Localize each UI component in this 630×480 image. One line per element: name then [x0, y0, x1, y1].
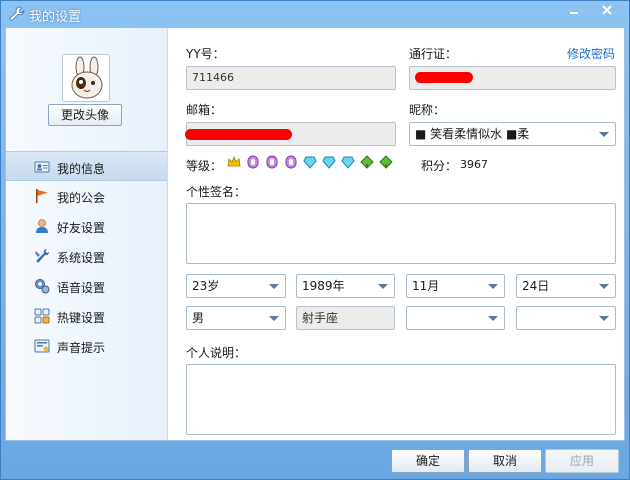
tools-icon — [35, 248, 50, 263]
window-title: 我的设置 — [29, 10, 82, 25]
user-icon — [36, 219, 48, 233]
apply-button[interactable]: 应用 — [545, 449, 619, 473]
close-button[interactable] — [594, 3, 620, 23]
sidebar-item-label: 语音设置 — [57, 281, 106, 295]
sound-icon — [34, 339, 50, 353]
sidebar: 更改头像 我的信息 我的公会 好友设置 系统设置 语音设置 热键设置 声音提示 — [6, 28, 168, 440]
sidebar-item-label: 系统设置 — [57, 251, 106, 265]
email-label: 邮箱： — [186, 103, 223, 117]
button-bar: 确定 取消 应用 — [1, 441, 629, 479]
leaf-icon — [360, 155, 374, 169]
bunny-avatar-icon — [63, 55, 109, 101]
moon-badge-icon — [285, 155, 297, 169]
chevron-down-icon[interactable] — [599, 316, 609, 321]
nickname-value: ■ 笑看柔情似水 ■柔 — [415, 127, 530, 141]
city-select[interactable] — [516, 306, 616, 330]
bio-textarea[interactable] — [186, 364, 616, 435]
redaction-mark — [185, 129, 292, 140]
sidebar-item-label: 声音提示 — [57, 341, 106, 355]
gender-select[interactable]: 男 — [186, 306, 286, 330]
wrench-icon — [9, 6, 25, 21]
chevron-down-icon[interactable] — [599, 284, 609, 289]
signature-textarea[interactable] — [186, 203, 616, 264]
ok-button[interactable]: 确定 — [391, 449, 465, 473]
birth-month-select[interactable]: 11月 — [406, 274, 505, 298]
sidebar-item-system-settings[interactable]: 系统设置 — [6, 241, 167, 271]
birth-month-value: 11月 — [412, 279, 440, 293]
chevron-down-icon[interactable] — [378, 284, 388, 289]
change-password-link[interactable]: 修改密码 — [567, 45, 615, 62]
leaf-icon — [379, 155, 393, 169]
age-value: 23岁 — [192, 279, 220, 293]
content-frame: 更改头像 我的信息 我的公会 好友设置 系统设置 语音设置 热键设置 声音提示 … — [5, 27, 625, 441]
sidebar-item-label: 我的公会 — [57, 191, 106, 205]
diamond-icon — [341, 156, 355, 169]
title-bar[interactable]: 我的设置 — [1, 1, 629, 27]
sidebar-item-label: 我的信息 — [57, 162, 106, 176]
sidebar-nav: 我的信息 我的公会 好友设置 系统设置 语音设置 热键设置 声音提示 — [6, 151, 167, 361]
zodiac-field: 射手座 — [296, 306, 395, 330]
sidebar-item-voice-settings[interactable]: 语音设置 — [6, 271, 167, 301]
main-panel: YY号： 711466 通行证： 修改密码 邮箱： 昵称： ■ 笑看柔情似水 ■… — [169, 28, 625, 440]
passport-label: 通行证： — [409, 47, 458, 61]
chevron-down-icon[interactable] — [488, 284, 498, 289]
chevron-down-icon[interactable] — [488, 316, 498, 321]
sidebar-item-my-info[interactable]: 我的信息 — [6, 151, 167, 181]
signature-label: 个性签名： — [186, 185, 247, 199]
flag-icon — [36, 189, 48, 203]
birth-day-select[interactable]: 24日 — [516, 274, 616, 298]
minimize-icon — [570, 12, 578, 14]
diamond-icon — [322, 156, 336, 169]
points-value: 3967 — [460, 158, 488, 171]
birth-year-select[interactable]: 1989年 — [296, 274, 395, 298]
cancel-button[interactable]: 取消 — [468, 449, 542, 473]
level-label: 等级： — [186, 159, 223, 173]
sidebar-item-label: 好友设置 — [57, 221, 106, 235]
settings-window: 我的设置 更改头像 我的信息 我的公会 好友设置 系统设置 语音设置 热键设置 … — [0, 0, 630, 480]
province-select[interactable] — [406, 306, 505, 330]
yy-number-field: 711466 — [186, 66, 396, 90]
change-avatar-button[interactable]: 更改头像 — [48, 104, 122, 126]
points-label: 积分： — [421, 159, 458, 173]
nickname-field[interactable]: ■ 笑看柔情似水 ■柔 — [409, 122, 616, 146]
chevron-down-icon[interactable] — [599, 132, 609, 137]
minimize-button[interactable] — [561, 3, 587, 23]
mic-gear-icon — [35, 279, 50, 294]
passport-field — [409, 66, 616, 90]
avatar[interactable] — [62, 54, 110, 102]
moon-badge-icon — [247, 155, 259, 169]
id-card-icon — [34, 161, 50, 173]
close-icon — [602, 5, 612, 15]
sidebar-item-sound-alerts[interactable]: 声音提示 — [6, 331, 167, 361]
sidebar-item-my-guild[interactable]: 我的公会 — [6, 181, 167, 211]
diamond-icon — [303, 156, 317, 169]
birth-day-value: 24日 — [522, 279, 550, 293]
chevron-down-icon[interactable] — [269, 284, 279, 289]
birth-year-value: 1989年 — [302, 279, 345, 293]
chevron-down-icon[interactable] — [269, 316, 279, 321]
sidebar-item-hotkey-settings[interactable]: 热键设置 — [6, 301, 167, 331]
bio-label: 个人说明： — [186, 346, 247, 360]
keyboard-icon — [34, 308, 50, 324]
yy-label: YY号： — [186, 47, 225, 61]
crown-icon — [227, 155, 241, 167]
email-field — [185, 122, 396, 146]
gender-value: 男 — [192, 311, 205, 325]
nickname-label: 昵称： — [409, 103, 446, 117]
sidebar-item-label: 热键设置 — [57, 311, 106, 325]
moon-badge-icon — [266, 155, 278, 169]
age-select[interactable]: 23岁 — [186, 274, 286, 298]
redaction-mark — [415, 72, 473, 83]
sidebar-item-friend-settings[interactable]: 好友设置 — [6, 211, 167, 241]
